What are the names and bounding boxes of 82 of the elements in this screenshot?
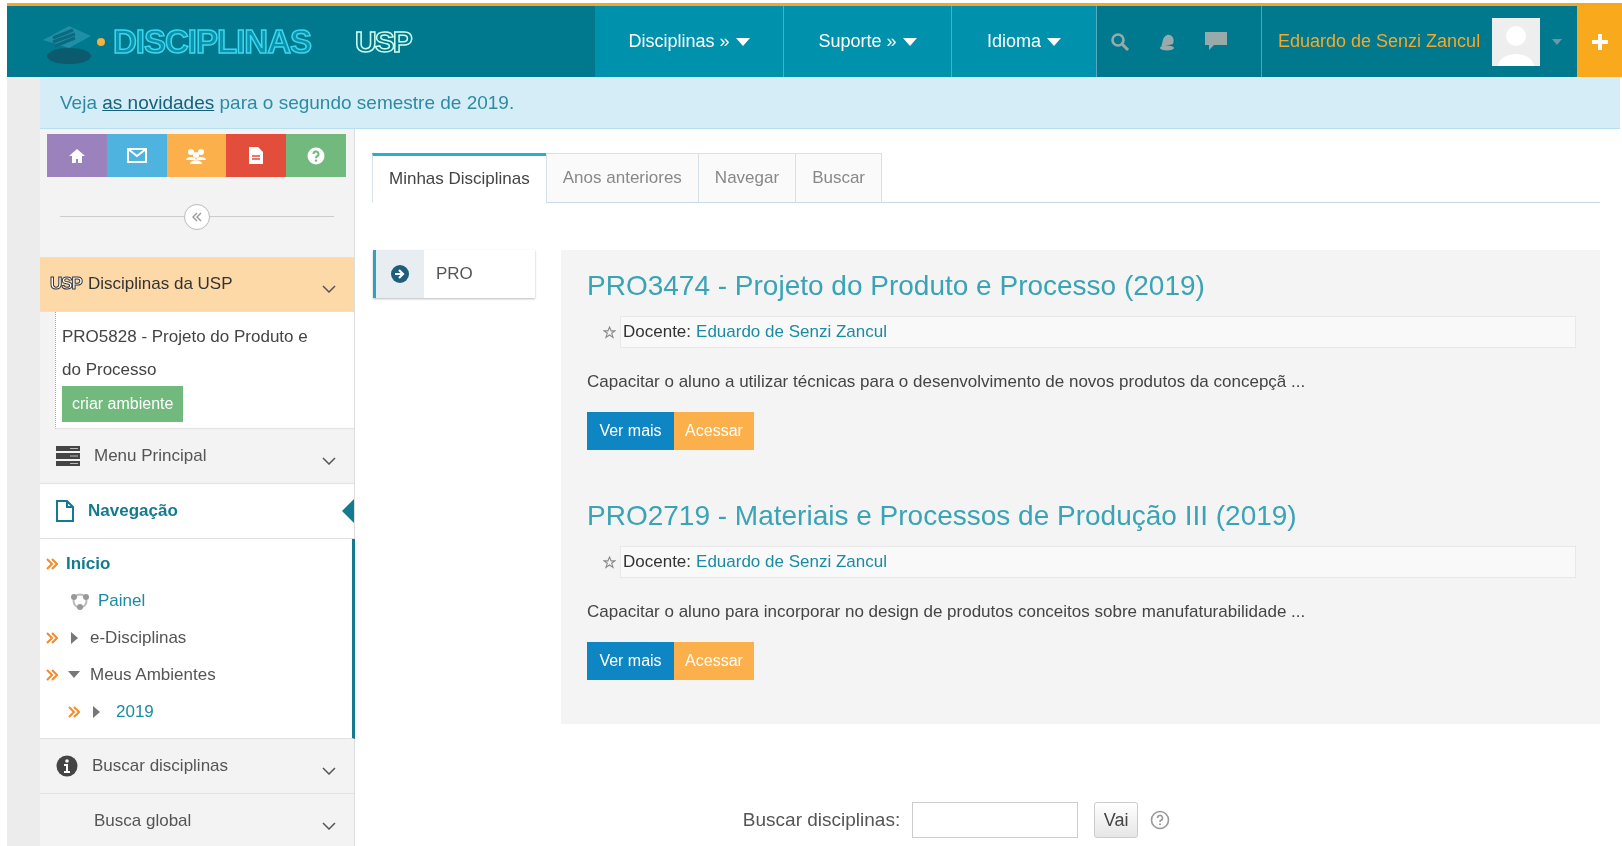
tab[interactable]: Minhas Disciplinas bbox=[372, 153, 547, 203]
chevron-down-icon bbox=[322, 767, 336, 776]
chevron-down-icon bbox=[322, 285, 336, 294]
tab[interactable]: Navegar bbox=[697, 153, 797, 203]
tree-row[interactable]: Painel bbox=[40, 582, 352, 620]
triangle-right-icon[interactable] bbox=[70, 631, 78, 644]
block-header[interactable]: Buscar disciplinas bbox=[40, 739, 354, 795]
tree-row[interactable]: Início bbox=[40, 545, 352, 583]
tree-row[interactable]: Meus Ambientes bbox=[40, 656, 352, 694]
chevron-down-icon bbox=[322, 822, 336, 831]
double-chevron-right-icon bbox=[46, 557, 58, 570]
usp-logo: USP bbox=[50, 274, 82, 295]
tab[interactable]: Anos anteriores bbox=[545, 153, 699, 203]
news-link[interactable]: as novidades bbox=[102, 91, 215, 113]
course-title[interactable]: PRO2719 - Materiais e Processos de Produção III (2019) bbox=[587, 500, 1576, 532]
home-button[interactable] bbox=[47, 134, 107, 178]
user-name[interactable]: Eduardo de Senzi Zancul bbox=[1278, 31, 1481, 52]
triangle-down-icon[interactable] bbox=[68, 671, 80, 679]
users-button[interactable] bbox=[166, 134, 227, 178]
active-pointer-icon bbox=[342, 499, 354, 524]
caret-icon[interactable] bbox=[1552, 38, 1563, 45]
double-chevron-right-icon bbox=[46, 668, 58, 681]
users-icon bbox=[185, 147, 208, 164]
tree-item[interactable]: 2019 bbox=[116, 701, 154, 722]
collapse-button[interactable] bbox=[184, 203, 210, 230]
question-icon bbox=[307, 146, 326, 165]
envelope-icon bbox=[126, 148, 147, 164]
block-header[interactable]: Busca global bbox=[40, 794, 354, 846]
usp-logo: USP bbox=[355, 24, 411, 59]
nav-menu[interactable]: Idioma bbox=[952, 6, 1097, 77]
file-button[interactable] bbox=[226, 134, 287, 178]
star-icon[interactable] bbox=[603, 325, 616, 339]
course-description: Capacitar o aluno a utilizar técnicas para o desenvolvimento de novos produtos da concepçã ... bbox=[587, 372, 1307, 392]
block-header[interactable]: Navegação bbox=[40, 484, 354, 540]
tree-item[interactable]: e-Disciplinas bbox=[90, 627, 187, 648]
course-title[interactable]: PRO3474 - Projeto do Produto e Processo (2019) bbox=[587, 270, 1576, 302]
double-chevron-right-icon bbox=[68, 705, 80, 718]
teacher-label: Docente: bbox=[623, 552, 692, 572]
tree-item[interactable]: Painel bbox=[98, 590, 146, 611]
document-icon bbox=[249, 147, 264, 165]
caret-icon bbox=[735, 37, 750, 46]
notice-text: Veja as novidades para o segundo semestre de 2019. bbox=[60, 91, 515, 114]
chat-icon[interactable] bbox=[1204, 30, 1228, 53]
create-button[interactable]: criar ambiente bbox=[62, 386, 184, 423]
category-filter[interactable]: PRO bbox=[373, 250, 535, 298]
more-button[interactable]: Ver mais bbox=[587, 412, 674, 450]
search-label: Buscar disciplinas: bbox=[742, 809, 901, 831]
help-button[interactable] bbox=[286, 134, 346, 178]
caret-icon bbox=[1047, 37, 1061, 46]
plus-icon bbox=[1591, 33, 1608, 50]
tree-item[interactable]: Meus Ambientes bbox=[90, 664, 216, 685]
go-button[interactable]: Vai bbox=[1094, 802, 1139, 838]
nav-menu[interactable]: Suporte » bbox=[784, 6, 952, 77]
chevron-down-icon bbox=[322, 457, 336, 466]
search-icon[interactable] bbox=[1110, 31, 1130, 52]
info-icon bbox=[56, 755, 78, 778]
arrow-right-circle-icon bbox=[391, 265, 409, 283]
nav-menu[interactable]: Disciplinas » bbox=[595, 6, 784, 77]
teacher-link[interactable]: Eduardo de Senzi Zancul bbox=[696, 322, 887, 342]
tree-row[interactable]: 2019 bbox=[40, 693, 352, 731]
block-header[interactable]: USP Disciplinas da USP bbox=[40, 257, 354, 313]
course-link[interactable]: PRO5828 - Projeto do Produto e do Processo bbox=[62, 320, 312, 387]
double-chevron-right-icon bbox=[46, 631, 58, 644]
triangle-right-icon[interactable] bbox=[92, 705, 100, 718]
tree-item[interactable]: Início bbox=[66, 553, 111, 574]
tree-row[interactable]: e-Disciplinas bbox=[40, 619, 352, 657]
double-chevron-left-icon bbox=[192, 211, 202, 222]
teacher-link[interactable]: Eduardo de Senzi Zancul bbox=[696, 552, 887, 572]
home-icon bbox=[67, 147, 86, 164]
server-icon bbox=[56, 446, 80, 467]
add-button[interactable] bbox=[1577, 6, 1622, 77]
caret-icon bbox=[902, 37, 917, 46]
teacher-label: Docente: bbox=[623, 322, 692, 342]
avatar-icon[interactable] bbox=[1492, 17, 1541, 66]
more-button[interactable]: Ver mais bbox=[587, 642, 674, 680]
tab[interactable]: Buscar bbox=[795, 153, 883, 203]
help-icon[interactable] bbox=[1150, 810, 1171, 830]
mail-button[interactable] bbox=[106, 134, 167, 178]
star-icon[interactable] bbox=[603, 555, 616, 569]
course-description: Capacitar o aluno para incorporar no design de produtos conceitos sobre manufaturabilidade ... bbox=[587, 602, 1307, 622]
file-icon bbox=[56, 500, 74, 523]
search-field[interactable] bbox=[912, 802, 1079, 838]
